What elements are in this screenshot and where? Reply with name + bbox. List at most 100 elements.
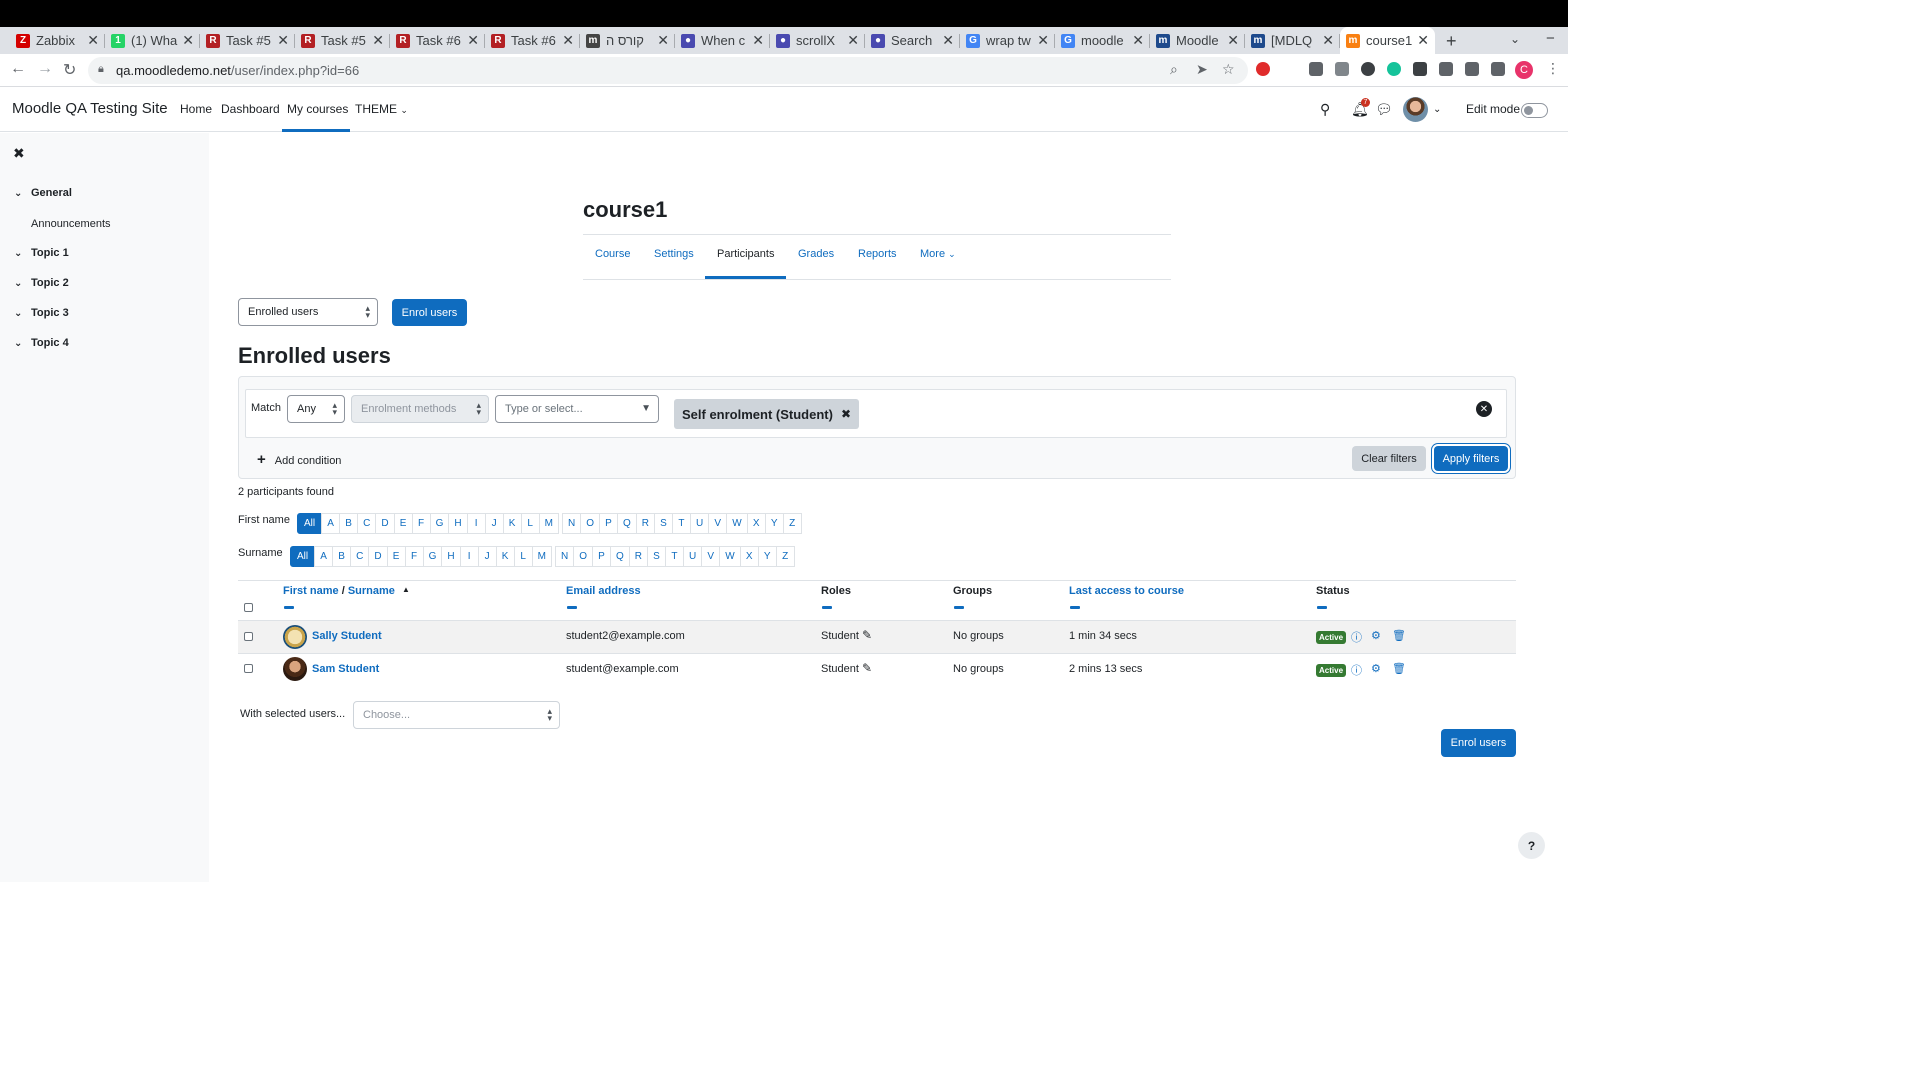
surname-initial-letter[interactable]: V [701, 546, 721, 567]
surname-initial-letter[interactable]: X [739, 546, 759, 567]
surname-initial-letter[interactable]: N [554, 546, 575, 567]
tab-grades[interactable]: Grades [798, 248, 834, 260]
search-icon[interactable]: ⚲ [1320, 101, 1330, 118]
chevron-down-icon[interactable]: ⌄ [14, 248, 31, 259]
first-name-initial-letter[interactable]: U [689, 513, 710, 534]
close-drawer-icon[interactable]: ✖ [13, 145, 25, 162]
first-name-initial-letter[interactable]: P [598, 513, 618, 534]
sort-first-name-link[interactable]: First name [283, 585, 339, 597]
first-name-initial-letter[interactable]: T [671, 513, 691, 534]
surname-initial-letter[interactable]: E [386, 546, 406, 567]
extensions-puzzle-icon[interactable] [1439, 62, 1453, 76]
chevron-down-icon[interactable]: ⌄ [14, 338, 31, 349]
collapse-column-icon[interactable] [1317, 606, 1327, 609]
user-menu-chevron-icon[interactable]: ⌄ [1433, 104, 1441, 115]
extension-s-icon[interactable] [1335, 62, 1349, 76]
surname-initial-letter[interactable]: H [441, 546, 461, 567]
surname-initial-letter[interactable]: Y [757, 546, 777, 567]
surname-initial-letter[interactable]: F [404, 546, 424, 567]
collapse-column-icon[interactable] [822, 606, 832, 609]
surname-initial-letter[interactable]: U [682, 546, 703, 567]
browser-tab[interactable]: ● Search ✕ [865, 27, 960, 54]
browser-tab[interactable]: m קורס ה ✕ [580, 27, 675, 54]
close-tab-icon[interactable]: ✕ [847, 32, 859, 49]
collapse-column-icon[interactable] [567, 606, 577, 609]
match-select[interactable]: Any ▴ ▾ [287, 395, 345, 423]
forward-icon[interactable]: → [37, 60, 53, 78]
close-tab-icon[interactable]: ✕ [87, 32, 99, 49]
close-tab-icon[interactable]: ✕ [277, 32, 289, 49]
filter-value-autocomplete[interactable]: Type or select... ▼ [495, 395, 659, 423]
first-name-initial-letter[interactable]: D [375, 513, 395, 534]
first-name-initial-letter[interactable]: I [466, 513, 486, 534]
browser-tab[interactable]: Z Zabbix ✕ [10, 27, 105, 54]
surname-initial-letter[interactable]: L [513, 546, 533, 567]
bookmark-star-icon[interactable]: ☆ [1222, 61, 1235, 78]
info-icon[interactable]: ⓘ [1351, 662, 1362, 678]
surname-initial-letter[interactable]: W [719, 546, 741, 567]
first-name-initial-letter[interactable]: H [448, 513, 468, 534]
participant-name-link[interactable]: Sam Student [312, 663, 379, 675]
tab-course[interactable]: Course [595, 248, 630, 260]
close-tab-icon[interactable]: ✕ [1322, 32, 1334, 49]
close-tab-icon[interactable]: ✕ [942, 32, 954, 49]
bulk-actions-select[interactable]: Choose... ▴ ▾ [353, 701, 560, 729]
drawer-section-topic-3[interactable]: ⌄ Topic 3 [14, 307, 69, 319]
browser-tab[interactable]: R Task #5 ✕ [200, 27, 295, 54]
first-name-initial-letter[interactable]: E [393, 513, 413, 534]
selected-filter-chip[interactable]: Self enrolment (Student) ✖ [674, 399, 860, 429]
close-tab-icon[interactable]: ✕ [1132, 32, 1144, 49]
close-tab-icon[interactable]: ✕ [467, 32, 479, 49]
tab-search-icon[interactable]: ⌄ [1510, 32, 1520, 46]
trash-icon[interactable]: 🗑︎ [1392, 629, 1406, 642]
surname-initial-letter[interactable]: D [368, 546, 388, 567]
first-name-initial-letter[interactable]: C [357, 513, 377, 534]
sort-surname-link[interactable]: Surname [348, 585, 395, 597]
surname-initial-letter[interactable]: I [459, 546, 479, 567]
first-name-initial-letter[interactable]: R [635, 513, 655, 534]
tab-reports[interactable]: Reports [858, 248, 897, 260]
col-header-last-access[interactable]: Last access to course [1069, 585, 1184, 597]
first-name-initial-letter[interactable]: G [429, 513, 450, 534]
filter-type-select[interactable]: Enrolment methods ▴ ▾ [351, 395, 489, 423]
select-all-checkbox[interactable] [244, 603, 253, 612]
surname-initial-letter[interactable]: G [422, 546, 443, 567]
pencil-edit-icon[interactable]: ✎ [862, 661, 872, 675]
first-name-initial-letter[interactable]: A [321, 513, 341, 534]
side-panel-icon[interactable] [1491, 62, 1505, 76]
participant-name-link[interactable]: Sally Student [312, 630, 382, 642]
browser-tab[interactable]: Gmoodle ✕ [1055, 27, 1150, 54]
avatar[interactable] [283, 657, 307, 681]
participants-view-select[interactable]: Enrolled users ▴ ▾ [238, 298, 378, 326]
remove-filter-row-icon[interactable]: ✕ [1476, 401, 1492, 417]
browser-tab[interactable]: R Task #6 ✕ [485, 27, 580, 54]
help-button[interactable]: ? [1518, 832, 1545, 859]
surname-initial-letter[interactable]: Q [609, 546, 630, 567]
gear-icon[interactable]: ⚙ [1371, 662, 1381, 675]
row-select-checkbox[interactable] [244, 664, 253, 673]
close-tab-icon[interactable]: ✕ [1417, 32, 1429, 49]
surname-initial-letter[interactable]: O [573, 546, 593, 567]
tab-settings[interactable]: Settings [654, 248, 694, 260]
surname-initial-letter[interactable]: P [591, 546, 611, 567]
surname-initial-letter[interactable]: C [350, 546, 370, 567]
first-name-initial-letter[interactable]: J [484, 513, 504, 534]
first-name-initial-letter[interactable]: L [520, 513, 540, 534]
avatar[interactable] [283, 625, 307, 649]
first-name-initial-letter[interactable]: Q [616, 513, 637, 534]
surname-initial-letter[interactable]: B [332, 546, 352, 567]
browser-tab[interactable]: ● scrollX ✕ [770, 27, 865, 54]
extension-flame-icon[interactable] [1361, 62, 1375, 76]
browser-tab[interactable]: R Task #5 ✕ [295, 27, 390, 54]
drawer-section-topic-1[interactable]: ⌄ Topic 1 [14, 247, 69, 259]
surname-initial-letter[interactable]: T [664, 546, 684, 567]
tab-participants[interactable]: Participants [717, 248, 774, 260]
first-name-initial-letter[interactable]: B [339, 513, 359, 534]
close-tab-icon[interactable]: ✕ [1227, 32, 1239, 49]
edit-mode-toggle[interactable] [1521, 103, 1548, 118]
first-name-initial-letter[interactable]: O [580, 513, 600, 534]
surname-initial-letter[interactable]: S [646, 546, 666, 567]
extension-grammarly-icon[interactable] [1387, 62, 1401, 76]
nav-dashboard[interactable]: Dashboard [221, 102, 280, 116]
row-select-checkbox[interactable] [244, 632, 253, 641]
